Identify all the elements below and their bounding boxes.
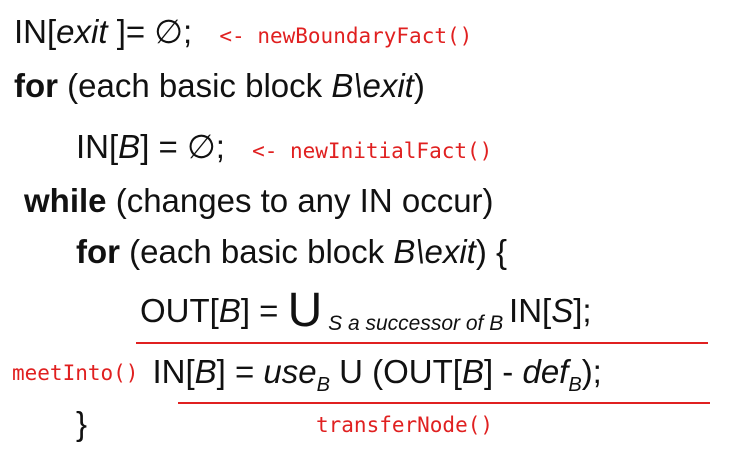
for-clause-open: (each basic block <box>120 233 394 270</box>
empty-set-assign: ]= ∅; <box>107 13 193 50</box>
block-b: B <box>218 292 241 329</box>
block-except-exit: B\exit <box>393 233 476 270</box>
use-subscript: B <box>316 374 330 396</box>
def-subscript: B <box>568 374 582 396</box>
line-initial-fact: IN[B] = ∅; <- newInitialFact() <box>76 127 492 171</box>
for-clause-close: ) { <box>475 233 508 270</box>
exit-term: exit <box>56 13 108 50</box>
line-inner-for: for (each basic block B\exit) { <box>76 232 507 272</box>
statement-end: ]; <box>573 292 592 329</box>
closing-brace: } <box>76 405 88 442</box>
equals: ] = <box>240 292 288 329</box>
block-except-exit: B\exit <box>331 67 414 104</box>
union-out-open: U (OUT[ <box>329 353 462 390</box>
statement-end: ); <box>581 353 602 390</box>
equals: ] = <box>216 353 264 390</box>
line-while-loop: while (changes to any IN occur) <box>24 181 494 221</box>
union-symbol: U <box>287 284 323 337</box>
in-bracket-open: IN[ <box>509 292 552 329</box>
line-out-meet: OUT[B] = U S a successor of B IN[S]; <box>140 287 592 336</box>
line-boundary-init: IN[exit ]= ∅; <- newBoundaryFact() <box>14 12 472 56</box>
new-initial-fact-annotation: <- newInitialFact() <box>252 139 493 163</box>
successor-s: S <box>551 292 574 329</box>
for-keyword: for <box>76 233 120 270</box>
transfer-underline <box>178 402 710 404</box>
meet-into-annotation: meetInto() <box>12 361 139 385</box>
use-term: use <box>263 353 317 390</box>
minus: ] - <box>483 353 523 390</box>
def-term: def <box>522 353 569 390</box>
for-clause-close: ) <box>413 67 425 104</box>
new-boundary-fact-annotation: <- newBoundaryFact() <box>219 24 473 48</box>
for-clause-open: (each basic block <box>58 67 332 104</box>
meet-underline <box>136 342 708 344</box>
while-keyword: while <box>24 182 107 219</box>
block-b: B <box>118 128 141 165</box>
line-for-each-block: for (each basic block B\exit) <box>14 66 425 106</box>
in-bracket-open: IN[ <box>76 128 119 165</box>
while-condition: (changes to any IN occur) <box>106 182 494 219</box>
block-b: B <box>194 353 217 390</box>
in-bracket-open: IN[ <box>152 353 195 390</box>
for-keyword: for <box>14 67 58 104</box>
line-in-transfer: meetInto() IN[B] = useB U (OUT[B] - defB)… <box>12 352 602 397</box>
in-bracket-open: IN[ <box>14 13 57 50</box>
transfer-node-annotation: transferNode() <box>316 413 494 437</box>
empty-set-assign: ] = ∅; <box>140 128 225 165</box>
out-bracket-open: OUT[ <box>140 292 219 329</box>
block-b: B <box>461 353 484 390</box>
successor-subscript: S a successor of B <box>322 312 510 335</box>
